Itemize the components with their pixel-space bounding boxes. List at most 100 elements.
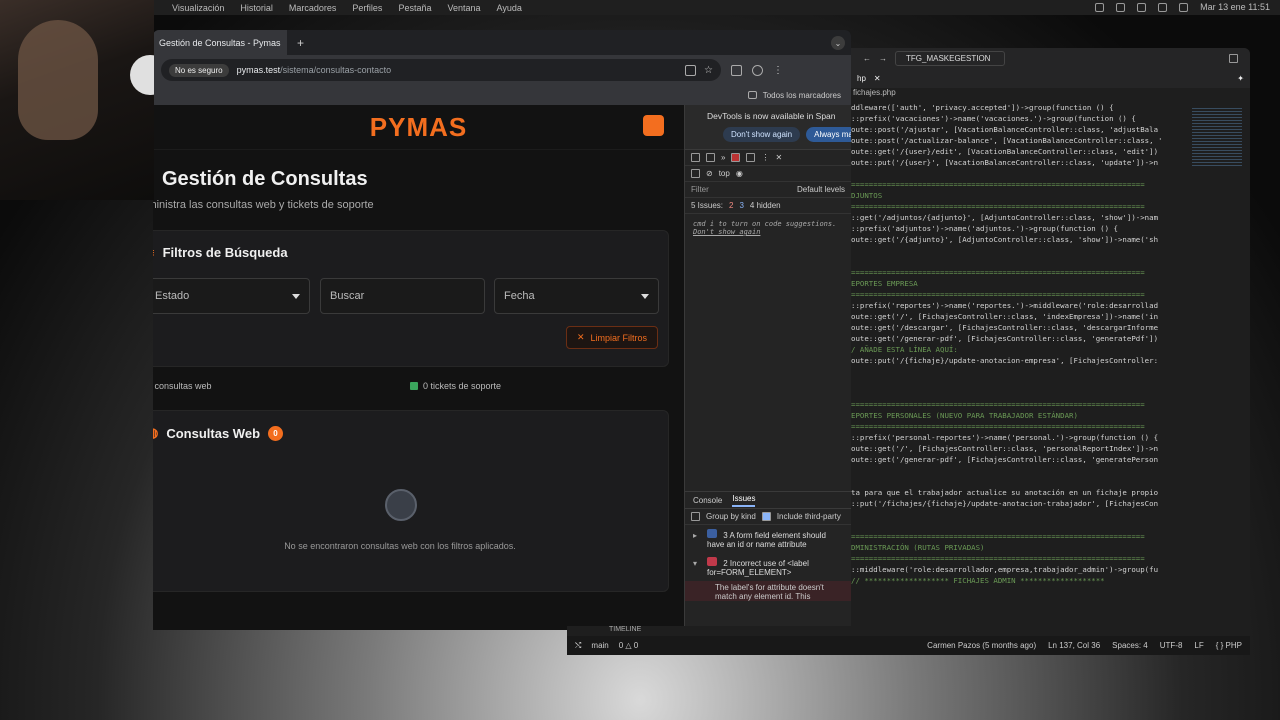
encoding[interactable]: UTF-8 (1160, 641, 1183, 650)
code-line[interactable]: ddleware(['auth', 'privacy.accepted'])->… (851, 102, 1186, 113)
estado-select[interactable]: Estado (153, 278, 310, 314)
address-bar[interactable]: No es seguro pymas.test/sistema/consulta… (161, 59, 721, 81)
menu-perfiles[interactable]: Perfiles (352, 3, 382, 13)
close-tab-icon[interactable]: ✕ (874, 74, 881, 83)
wifi-icon[interactable] (1137, 2, 1147, 12)
error-icon[interactable] (731, 153, 741, 162)
bookmark-star-icon[interactable]: ☆ (704, 65, 713, 76)
code-line[interactable] (851, 366, 1186, 377)
include-third-party-checkbox[interactable] (761, 512, 771, 521)
fecha-select[interactable]: Fecha (494, 278, 659, 314)
code-line[interactable]: ::prefix('vacaciones')->name('vacaciones… (851, 113, 1186, 124)
menu-ventana[interactable]: Ventana (447, 3, 480, 13)
code-line[interactable] (851, 245, 1186, 256)
forward-arrow-icon[interactable]: → (879, 54, 887, 63)
code-line[interactable]: DMINISTRACIÓN (RUTAS PRIVADAS) (851, 542, 1186, 553)
code-line[interactable]: oute::get('/descargar', [FichajesControl… (851, 322, 1186, 333)
menu-pestana[interactable]: Pestaña (398, 3, 431, 13)
layout-icon[interactable] (1229, 53, 1238, 63)
tab-issues[interactable]: Issues (732, 494, 756, 507)
code-line[interactable] (851, 476, 1186, 487)
settings-icon[interactable] (746, 153, 756, 162)
code-line[interactable]: // ******************* FICHAJES ADMIN **… (851, 575, 1186, 586)
extension-icon[interactable] (1095, 2, 1105, 12)
code-line[interactable]: EPORTES EMPRESA (851, 278, 1186, 289)
timeline-section[interactable]: TIMELINE (567, 626, 851, 636)
security-badge[interactable]: No es seguro (169, 63, 229, 77)
code-line[interactable]: oute::put('/{fichaje}/update-anotacion-e… (851, 355, 1186, 366)
code-line[interactable]: ::put('/fichajes/{fichaje}/update-anotac… (851, 498, 1186, 509)
close-devtools-icon[interactable]: ✕ (775, 153, 782, 162)
more-tabs-icon[interactable]: » (721, 153, 725, 162)
editor-tab-label[interactable]: hp (857, 74, 866, 83)
code-line[interactable] (851, 388, 1186, 399)
code-line[interactable]: ========================================… (851, 553, 1186, 564)
context-select[interactable]: top (719, 169, 730, 178)
cursor-position[interactable]: Ln 137, Col 36 (1048, 641, 1100, 650)
code-line[interactable]: oute::get('/generar-pdf', [FichajesContr… (851, 454, 1186, 465)
hint-dismiss-link[interactable]: Don't show again (693, 228, 760, 236)
translate-icon[interactable] (685, 64, 697, 76)
branch-label[interactable]: main (591, 641, 608, 650)
language-mode[interactable]: { } PHP (1216, 641, 1242, 650)
search-icon[interactable] (1158, 2, 1168, 12)
tab-console[interactable]: Console (693, 496, 722, 505)
code-line[interactable]: oute::get('/{user}/edit', [VacationBalan… (851, 146, 1186, 157)
url-text[interactable]: pymas.test/sistema/consultas-contacto (237, 65, 392, 75)
code-line[interactable] (851, 377, 1186, 388)
issue-item[interactable]: ▸ 3 A form field element should have an … (685, 525, 851, 553)
code-line[interactable]: ::prefix('reportes')->name('reportes.')-… (851, 300, 1186, 311)
menu-marcadores[interactable]: Marcadores (289, 3, 337, 13)
extensions-icon[interactable] (731, 64, 742, 76)
indentation[interactable]: Spaces: 4 (1112, 641, 1148, 650)
git-blame[interactable]: Carmen Pazos (5 months ago) (927, 641, 1036, 650)
code-line[interactable]: ========================================… (851, 289, 1186, 300)
code-line[interactable]: / AÑADE ESTA LÍNEA AQUÍ: (851, 344, 1186, 355)
browser-tab[interactable]: Gestión de Consultas - Pymas × (153, 30, 287, 55)
issues-summary[interactable]: 5 Issues: (691, 201, 723, 210)
bluetooth-icon[interactable] (1116, 2, 1126, 12)
menu-ayuda[interactable]: Ayuda (497, 3, 522, 13)
code-line[interactable]: ::get('/adjuntos/{adjunto}', [AdjuntoCon… (851, 212, 1186, 223)
code-line[interactable]: oute::get('/', [FichajesController::clas… (851, 443, 1186, 454)
code-line[interactable]: oute::post('/actualizar-balance', [Vacat… (851, 135, 1186, 146)
always-match-button[interactable]: Always ma (806, 127, 851, 142)
more-menu-icon[interactable]: ⋮ (773, 65, 783, 76)
code-line[interactable]: ::prefix('personal-reportes')->name('per… (851, 432, 1186, 443)
code-line[interactable]: ========================================… (851, 399, 1186, 410)
code-line[interactable]: ::prefix('adjuntos')->name('adjuntos.')-… (851, 223, 1186, 234)
menubar-clock[interactable]: Mar 13 ene 11:51 (1200, 2, 1270, 12)
code-line[interactable]: oute::post('/ajustar', [VacationBalanceC… (851, 124, 1186, 135)
all-bookmarks-label[interactable]: Todos los marcadores (763, 91, 841, 100)
code-line[interactable] (851, 465, 1186, 476)
end-of-line[interactable]: LF (1194, 641, 1203, 650)
levels-select[interactable]: Default levels (797, 185, 845, 194)
new-tab-icon[interactable]: + (297, 36, 304, 50)
code-line[interactable] (851, 520, 1186, 531)
code-line[interactable] (851, 509, 1186, 520)
problems-indicator[interactable]: 0 △ 0 (619, 641, 639, 650)
code-line[interactable] (851, 168, 1186, 179)
code-line[interactable]: ::middleware('role:desarrollador,empresa… (851, 564, 1186, 575)
control-center-icon[interactable] (1179, 2, 1189, 12)
menu-visualizacion[interactable]: Visualización (172, 3, 224, 13)
code-text[interactable]: ddleware(['auth', 'privacy.accepted'])->… (851, 102, 1186, 586)
search-input[interactable]: Buscar (320, 278, 485, 314)
eye-icon[interactable]: ◉ (736, 169, 743, 178)
code-line[interactable]: ========================================… (851, 267, 1186, 278)
code-line[interactable]: ========================================… (851, 201, 1186, 212)
devtools-menu-icon[interactable]: ⋮ (761, 153, 769, 162)
minimap[interactable] (1192, 108, 1242, 168)
code-line[interactable]: DJUNTOS (851, 190, 1186, 201)
remote-icon[interactable]: ⤭ (575, 641, 581, 651)
code-line[interactable]: EPORTES PERSONALES (NUEVO PARA TRABAJADO… (851, 410, 1186, 421)
code-line[interactable]: ta para que el trabajador actualice su a… (851, 487, 1186, 498)
editor-breadcrumb[interactable]: fichajes.php (851, 88, 1250, 100)
code-line[interactable]: ========================================… (851, 179, 1186, 190)
code-line[interactable]: oute::get('/', [FichajesController::clas… (851, 311, 1186, 322)
sidebar-toggle-icon[interactable] (691, 169, 700, 178)
back-arrow-icon[interactable]: ← (863, 54, 871, 63)
code-line[interactable]: ========================================… (851, 531, 1186, 542)
code-line[interactable]: oute::get('/generar-pdf', [FichajesContr… (851, 333, 1186, 344)
device-toggle-icon[interactable] (706, 153, 715, 162)
